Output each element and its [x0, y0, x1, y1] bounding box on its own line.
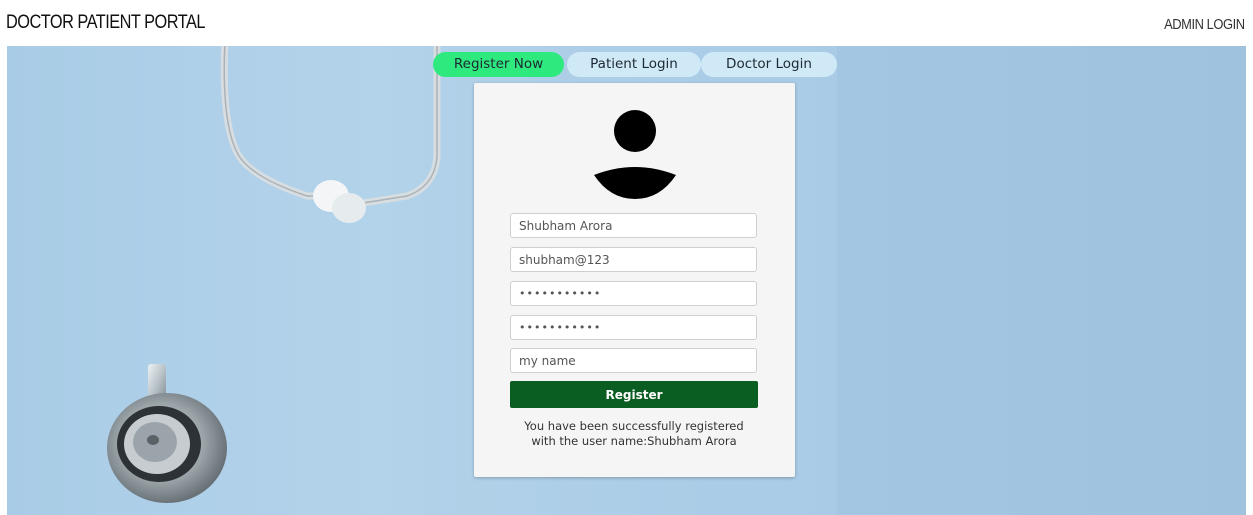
tab-doctor-login[interactable]: Doctor Login [701, 52, 837, 77]
brand-title[interactable]: DOCTOR PATIENT PORTAL [6, 12, 205, 34]
full-name-input[interactable] [510, 213, 757, 238]
top-navbar: DOCTOR PATIENT PORTAL ADMIN LOGIN [0, 0, 1253, 46]
confirm-password-input[interactable] [510, 315, 757, 340]
password-input[interactable] [510, 281, 757, 306]
hero-background: Register Now Patient Login Doctor Login … [7, 46, 1246, 515]
username-input[interactable] [510, 247, 757, 272]
success-message-line-1: You have been successfully registered [524, 419, 744, 433]
register-button[interactable]: Register [510, 381, 758, 408]
user-avatar-icon [594, 110, 676, 199]
tab-patient-login[interactable]: Patient Login [567, 52, 701, 77]
success-message: You have been successfully registered wi… [494, 419, 774, 449]
register-form-card: Register You have been successfully regi… [474, 83, 795, 477]
admin-login-link[interactable]: ADMIN LOGIN [1164, 16, 1245, 33]
tab-register-now[interactable]: Register Now [433, 52, 564, 77]
extra-input[interactable] [510, 348, 757, 373]
success-message-line-2: with the user name:Shubham Arora [531, 434, 737, 448]
